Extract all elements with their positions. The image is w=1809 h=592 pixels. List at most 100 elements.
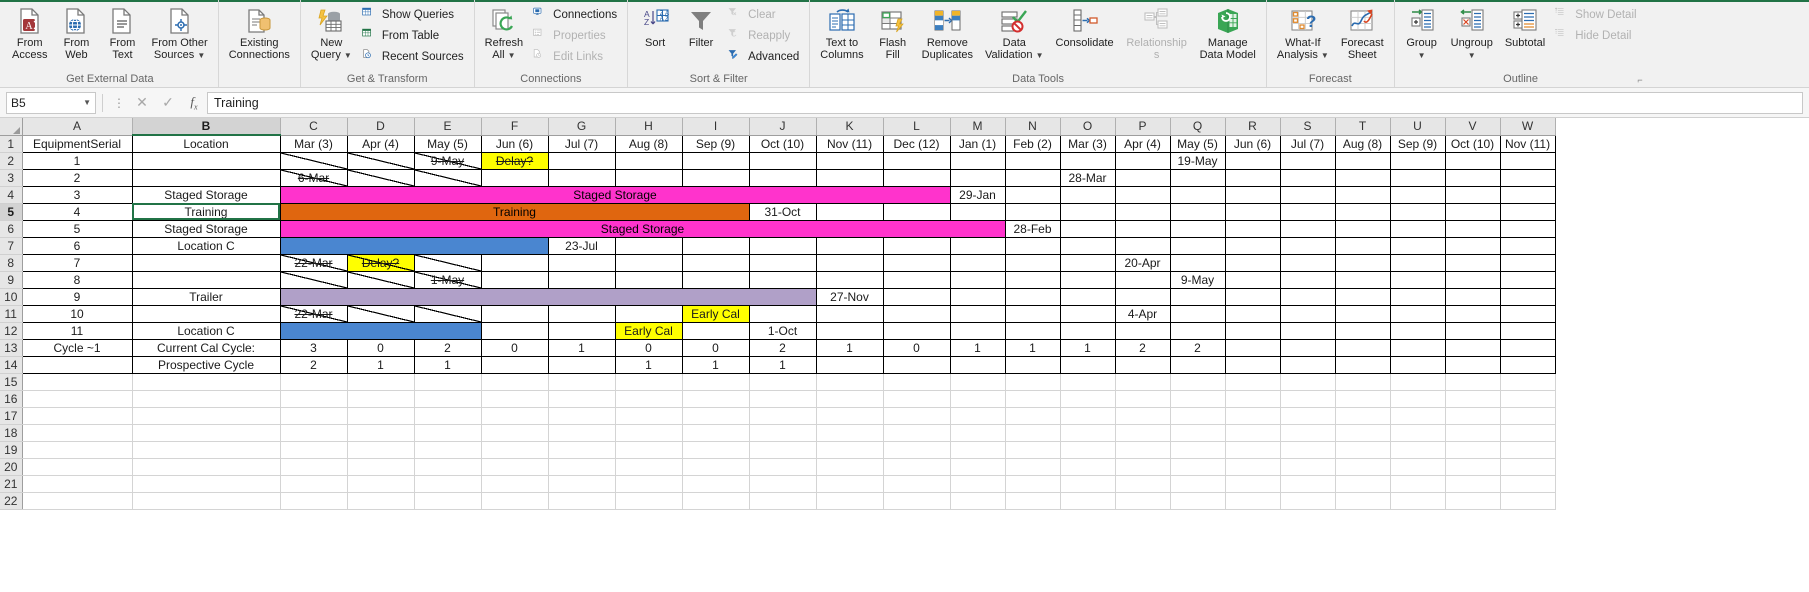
empty-cell-E18[interactable] — [414, 424, 482, 442]
subtotal-button[interactable]: Subtotal — [1500, 3, 1550, 51]
data-cell-S6[interactable] — [1279, 219, 1336, 238]
data-cell-I8[interactable] — [681, 253, 750, 272]
data-cell-N10[interactable] — [1004, 287, 1061, 306]
data-cell-E3[interactable] — [413, 168, 482, 187]
data-cell-V6[interactable] — [1444, 219, 1501, 238]
row-header-18[interactable]: 18 — [0, 424, 23, 442]
empty-cell-V20[interactable] — [1445, 458, 1501, 476]
data-cell-H11[interactable] — [614, 304, 683, 323]
empty-cell-A22[interactable] — [22, 492, 133, 510]
data-cell-G2[interactable] — [547, 151, 616, 170]
empty-cell-V22[interactable] — [1445, 492, 1501, 510]
header-cell-V1[interactable]: Oct (10) — [1444, 134, 1501, 153]
data-cell-D13[interactable]: 0 — [346, 338, 415, 357]
data-cell-O13[interactable]: 1 — [1059, 338, 1116, 357]
data-cell-T8[interactable] — [1334, 253, 1391, 272]
data-cell-R11[interactable] — [1224, 304, 1281, 323]
data-cell-U8[interactable] — [1389, 253, 1446, 272]
data-cell-K11[interactable] — [815, 304, 884, 323]
header-cell-C1[interactable]: Mar (3) — [279, 134, 348, 153]
data-cell-T10[interactable] — [1334, 287, 1391, 306]
empty-cell-R17[interactable] — [1225, 407, 1281, 425]
data-cell-T3[interactable] — [1334, 168, 1391, 187]
chevron-down-icon[interactable]: ▼ — [508, 51, 516, 60]
data-cell-S14[interactable] — [1279, 355, 1336, 374]
empty-cell-O18[interactable] — [1060, 424, 1116, 442]
timeline-bar-blue[interactable] — [279, 236, 549, 255]
data-cell-G13[interactable]: 1 — [547, 338, 616, 357]
empty-cell-L15[interactable] — [883, 373, 951, 391]
empty-cell-A17[interactable] — [22, 407, 133, 425]
what-if-analysis-button[interactable]: ? What-If Analysis ▼ — [1272, 3, 1334, 62]
empty-cell-D20[interactable] — [347, 458, 415, 476]
data-cell-E8[interactable] — [413, 253, 482, 272]
header-cell-Q1[interactable]: May (5) — [1169, 134, 1226, 153]
empty-cell-F15[interactable] — [481, 373, 549, 391]
from-table-button[interactable]: From Table — [359, 26, 469, 46]
empty-cell-O19[interactable] — [1060, 441, 1116, 459]
empty-cell-J21[interactable] — [749, 475, 817, 493]
empty-cell-G18[interactable] — [548, 424, 616, 442]
empty-cell-Q15[interactable] — [1170, 373, 1226, 391]
data-cell-F13[interactable]: 0 — [480, 338, 549, 357]
empty-cell-N21[interactable] — [1005, 475, 1061, 493]
data-cell-V14[interactable] — [1444, 355, 1501, 374]
data-cell-V5[interactable] — [1444, 202, 1501, 221]
empty-cell-K17[interactable] — [816, 407, 884, 425]
empty-cell-S19[interactable] — [1280, 441, 1336, 459]
column-header-D[interactable]: D — [347, 118, 415, 136]
data-cell-I9[interactable] — [681, 270, 750, 289]
empty-cell-U20[interactable] — [1390, 458, 1446, 476]
location-cell[interactable]: Trailer — [131, 287, 281, 306]
empty-cell-R22[interactable] — [1225, 492, 1281, 510]
data-cell-M11[interactable] — [949, 304, 1006, 323]
data-cell-S9[interactable] — [1279, 270, 1336, 289]
data-cell-H2[interactable] — [614, 151, 683, 170]
chevron-down-icon[interactable]: ▼ — [1321, 51, 1329, 60]
data-cell-M2[interactable] — [949, 151, 1006, 170]
empty-cell-M17[interactable] — [950, 407, 1006, 425]
empty-cell-T22[interactable] — [1335, 492, 1391, 510]
data-cell-W8[interactable] — [1499, 253, 1556, 272]
empty-cell-A18[interactable] — [22, 424, 133, 442]
empty-cell-T16[interactable] — [1335, 390, 1391, 408]
data-cell-K3[interactable] — [815, 168, 884, 187]
row-header-11[interactable]: 11 — [0, 305, 23, 323]
data-cell-T11[interactable] — [1334, 304, 1391, 323]
column-header-G[interactable]: G — [548, 118, 616, 136]
empty-cell-R16[interactable] — [1225, 390, 1281, 408]
column-header-E[interactable]: E — [414, 118, 482, 136]
connections-button[interactable]: Connections — [530, 5, 622, 25]
data-cell-H14[interactable]: 1 — [614, 355, 683, 374]
empty-cell-T21[interactable] — [1335, 475, 1391, 493]
timeline-bar-purple[interactable] — [279, 287, 817, 306]
location-cell[interactable] — [131, 253, 281, 272]
empty-cell-F22[interactable] — [481, 492, 549, 510]
empty-cell-V19[interactable] — [1445, 441, 1501, 459]
data-cell-F9[interactable] — [480, 270, 549, 289]
empty-cell-N16[interactable] — [1005, 390, 1061, 408]
name-box[interactable]: B5 ▼ — [6, 91, 96, 114]
data-cell-M9[interactable] — [949, 270, 1006, 289]
column-header-K[interactable]: K — [816, 118, 884, 136]
data-cell-P12[interactable] — [1114, 321, 1171, 340]
data-cell-P7[interactable] — [1114, 236, 1171, 255]
empty-cell-M15[interactable] — [950, 373, 1006, 391]
equipment-serial-cell[interactable]: 7 — [21, 253, 133, 272]
data-cell-R7[interactable] — [1224, 236, 1281, 255]
filter-button[interactable]: Filter — [679, 3, 723, 51]
empty-cell-Q19[interactable] — [1170, 441, 1226, 459]
empty-cell-U18[interactable] — [1390, 424, 1446, 442]
empty-cell-B15[interactable] — [132, 373, 281, 391]
column-header-W[interactable]: W — [1500, 118, 1556, 136]
empty-cell-I15[interactable] — [682, 373, 750, 391]
data-cell-I11[interactable]: Early Cal — [681, 304, 750, 323]
row-header-17[interactable]: 17 — [0, 407, 23, 425]
data-cell-U5[interactable] — [1389, 202, 1446, 221]
data-cell-K8[interactable] — [815, 253, 884, 272]
data-cell-N7[interactable] — [1004, 236, 1061, 255]
empty-cell-P19[interactable] — [1115, 441, 1171, 459]
empty-cell-D22[interactable] — [347, 492, 415, 510]
empty-cell-B20[interactable] — [132, 458, 281, 476]
data-cell-N6[interactable]: 28-Feb — [1004, 219, 1061, 238]
